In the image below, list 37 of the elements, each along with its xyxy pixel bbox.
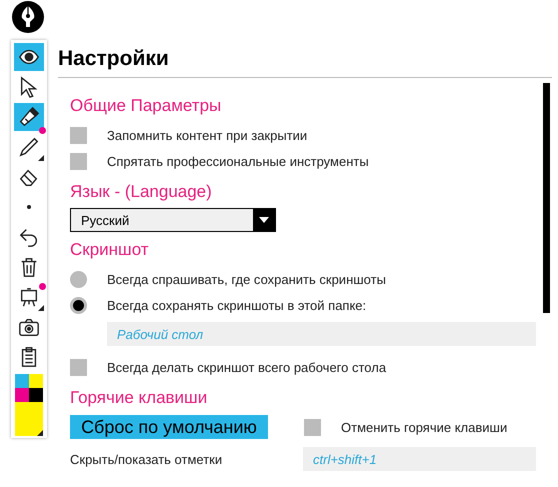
section-heading: Скриншот bbox=[70, 240, 150, 260]
shortcut-label: Скрыть/показать отметки bbox=[70, 452, 224, 466]
camera-icon bbox=[18, 316, 40, 338]
section-heading: Язык - (Language) bbox=[70, 182, 213, 202]
checkbox-label: Запомнить контент при закрытии bbox=[107, 128, 308, 142]
section-heading: Горячие клавиши bbox=[70, 388, 208, 408]
color-swatch[interactable] bbox=[15, 374, 29, 388]
checkbox[interactable] bbox=[70, 126, 87, 144]
tool-button[interactable] bbox=[14, 43, 44, 71]
undo-icon bbox=[18, 226, 40, 248]
checkbox-label: Всегда делать скриншот всего рабочего стола bbox=[107, 360, 386, 374]
dot-icon bbox=[27, 205, 31, 209]
radio-button[interactable] bbox=[70, 296, 87, 314]
checkbox[interactable] bbox=[70, 358, 87, 376]
checkbox-label: Отменить горячие клавиши bbox=[341, 420, 508, 434]
section-heading: Общие Параметры bbox=[70, 96, 222, 116]
color-swatch[interactable] bbox=[15, 388, 29, 402]
checkbox[interactable] bbox=[70, 152, 87, 170]
language-dropdown[interactable]: Русский bbox=[70, 208, 276, 232]
current-color-swatch[interactable] bbox=[15, 402, 43, 436]
color-swatch[interactable] bbox=[29, 388, 43, 402]
easel-icon bbox=[18, 286, 40, 308]
highlighter-icon bbox=[18, 106, 40, 128]
checkbox[interactable] bbox=[304, 418, 321, 436]
radio-label: Всегда сохранять скриншоты в этой папке: bbox=[107, 298, 366, 312]
settings-title: Настройки bbox=[58, 47, 552, 78]
submenu-corner-icon bbox=[37, 430, 43, 436]
cursor-icon bbox=[18, 76, 40, 98]
pen-icon bbox=[18, 136, 40, 158]
reset-defaults-button[interactable]: Сброс по умолчанию bbox=[70, 415, 268, 439]
scrollbar[interactable] bbox=[543, 83, 550, 313]
tool-button[interactable] bbox=[14, 103, 44, 131]
dropdown-caret-icon bbox=[259, 217, 269, 223]
checkbox-label: Спрятать профессиональные инструменты bbox=[107, 154, 369, 168]
color-swatch[interactable] bbox=[29, 374, 43, 388]
radio-button[interactable] bbox=[70, 270, 87, 288]
radio-label: Всегда спрашивать, где сохранить скриншоты bbox=[107, 272, 386, 286]
